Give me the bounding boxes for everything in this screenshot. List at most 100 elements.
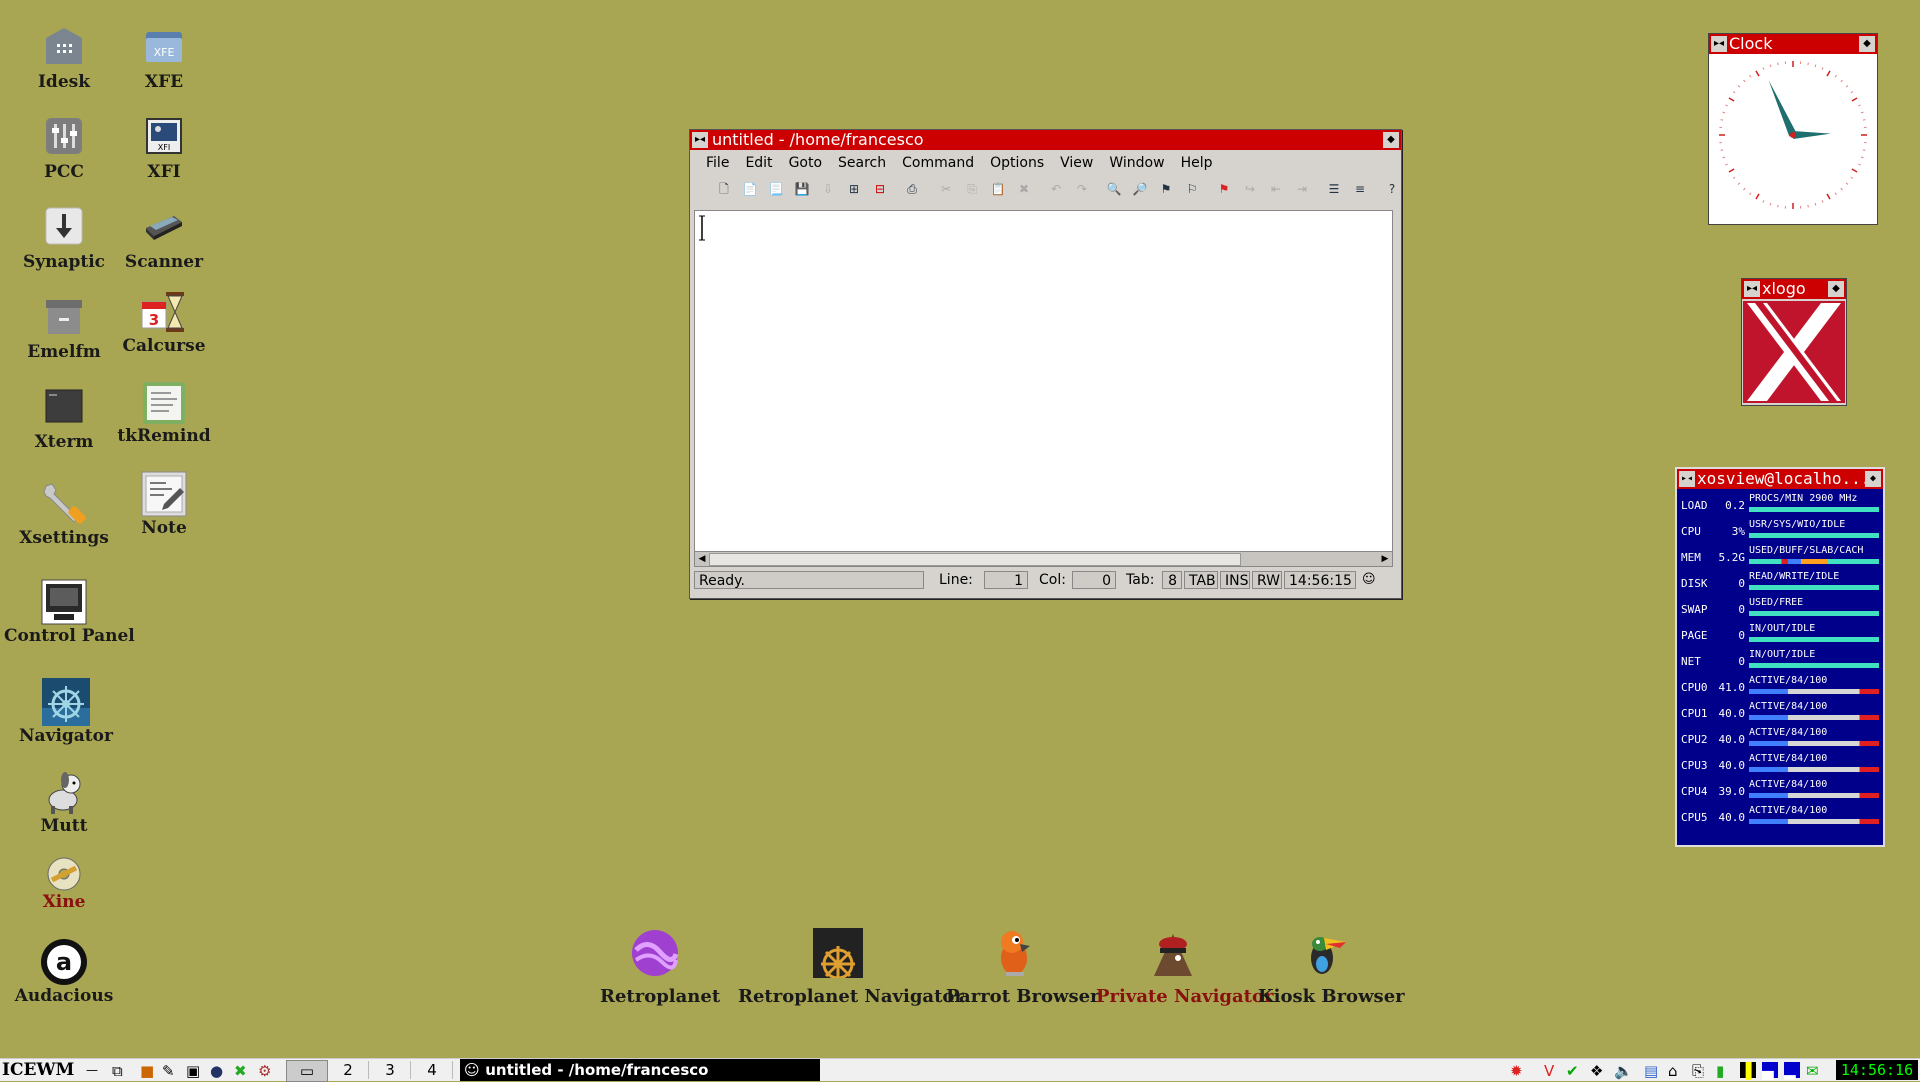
launcher-parrot-browser[interactable]: Parrot Browser xyxy=(946,928,1084,1007)
bookmark-icon[interactable]: ⚑ xyxy=(1216,181,1232,197)
battery-tray-icon[interactable]: ▮ xyxy=(1716,1062,1732,1078)
network-tray-icon[interactable]: ⌂ xyxy=(1668,1062,1684,1078)
save-as-icon[interactable]: ⇩ xyxy=(820,181,836,197)
desktop-icon-navigator[interactable]: Navigator xyxy=(6,678,126,746)
bug-tray-icon[interactable]: ✹ xyxy=(1510,1062,1526,1078)
network-launch-icon[interactable]: ✖ xyxy=(234,1062,250,1078)
paste-icon[interactable]: 📋 xyxy=(990,181,1006,197)
text-editor-area[interactable] xyxy=(694,210,1393,553)
volume-tray-icon[interactable]: 🔈 xyxy=(1614,1062,1630,1078)
taskbar-task-editor[interactable]: ☺ untitled - /home/francesco xyxy=(460,1059,820,1081)
editor-launch-icon[interactable]: ✎ xyxy=(162,1062,178,1078)
include-file-icon[interactable]: ⊞ xyxy=(846,181,862,197)
launcher-retroplanet[interactable]: Retroplanet xyxy=(600,928,710,1007)
desktop-icon-calcurse[interactable]: 3 Calcurse xyxy=(104,288,224,356)
split-window-icon[interactable]: ☰ xyxy=(1326,181,1342,197)
net-tray-icon[interactable]: ✉ xyxy=(1806,1062,1822,1078)
show-desktop-icon[interactable]: ⧉ xyxy=(112,1062,128,1078)
xosview-row: CPU140.0ACTIVE/84/100 xyxy=(1681,701,1879,727)
menu-search[interactable]: Search xyxy=(830,152,894,174)
open-file-icon[interactable]: 📄 xyxy=(742,181,758,197)
swap-tray-icon[interactable]: ▂ xyxy=(1784,1062,1800,1078)
find-icon[interactable]: 🔍 xyxy=(1106,181,1122,197)
clock-tick xyxy=(1822,200,1823,202)
dropbox-tray-icon[interactable]: ❖ xyxy=(1590,1062,1606,1078)
launcher-private-navigator[interactable]: Private Navigator xyxy=(1096,928,1250,1007)
xlogo-titlebar[interactable]: ▸◂ xlogo ◆ xyxy=(1742,279,1846,299)
goto-mark-icon[interactable]: ↪ xyxy=(1242,181,1258,197)
window-menu-icon[interactable]: ▸◂ xyxy=(1711,36,1727,52)
update-tray-icon[interactable]: ✔ xyxy=(1566,1062,1582,1078)
save-icon[interactable]: 💾 xyxy=(794,181,810,197)
launcher-retroplanet-navigator[interactable]: Retroplanet Navigator xyxy=(738,928,938,1007)
vivaldi-tray-icon[interactable]: V xyxy=(1544,1062,1560,1078)
desktop-2-button[interactable]: 2 xyxy=(328,1061,369,1079)
redo-icon[interactable]: ↷ xyxy=(1074,181,1090,197)
folder-tray-icon[interactable]: ▤ xyxy=(1644,1062,1660,1078)
shift-left-icon[interactable]: ⇤ xyxy=(1268,181,1284,197)
desktop-icon-scanner[interactable]: Scanner xyxy=(104,206,224,272)
menu-options[interactable]: Options xyxy=(982,152,1052,174)
settings-launch-icon[interactable]: ⚙ xyxy=(258,1062,274,1078)
browser-launch-icon[interactable]: ● xyxy=(210,1062,226,1078)
desktop-icon-xfe[interactable]: XFE XFE xyxy=(104,26,224,92)
replace-again-icon[interactable]: ⚐ xyxy=(1184,181,1200,197)
maximize-icon[interactable]: ◆ xyxy=(1383,132,1399,148)
maximize-icon[interactable]: ◆ xyxy=(1859,36,1875,52)
mem-tray-icon[interactable]: ▄ xyxy=(1762,1062,1778,1078)
menu-window[interactable]: Window xyxy=(1101,152,1172,174)
window-menu-icon[interactable]: ▸◂ xyxy=(1744,281,1760,297)
tab-value: 8 xyxy=(1162,571,1182,589)
desktop-icon-mutt[interactable]: Mutt xyxy=(4,770,124,836)
start-menu-button[interactable]: ICEWM xyxy=(2,1059,74,1081)
menu-file[interactable]: File xyxy=(698,152,737,174)
maximize-icon[interactable]: ◆ xyxy=(1865,471,1881,487)
horizontal-scrollbar[interactable]: ◀ ▶ xyxy=(694,551,1393,567)
delete-icon[interactable]: ✖ xyxy=(1016,181,1032,197)
scroll-left-icon[interactable]: ◀ xyxy=(695,552,709,566)
close-file-icon[interactable]: ⊟ xyxy=(872,181,888,197)
cut-icon[interactable]: ✂ xyxy=(938,181,954,197)
desktop-icon-tkremind[interactable]: tkRemind xyxy=(104,380,224,446)
window-menu-icon[interactable]: ▸◂ xyxy=(692,132,708,148)
menu-command[interactable]: Command xyxy=(894,152,982,174)
menu-help[interactable]: Help xyxy=(1173,152,1221,174)
copy-icon[interactable]: ⎘ xyxy=(964,181,980,197)
launcher-kiosk-browser[interactable]: Kiosk Browser xyxy=(1258,928,1392,1007)
window-menu-icon[interactable]: ▸◂ xyxy=(1679,471,1695,487)
desktop-icon-audacious[interactable]: a Audacious xyxy=(4,938,124,1006)
undo-icon[interactable]: ↶ xyxy=(1048,181,1064,197)
clipboard-tray-icon[interactable]: ⎘ xyxy=(1692,1062,1708,1078)
desktop-4-button[interactable]: 4 xyxy=(412,1061,453,1079)
maximize-icon[interactable]: ◆ xyxy=(1828,281,1844,297)
window-list-icon[interactable]: — xyxy=(86,1063,98,1077)
clock-titlebar[interactable]: ▸◂ Clock ◆ xyxy=(1709,34,1877,54)
desktop-3-button[interactable]: 3 xyxy=(370,1061,411,1079)
taskbar-clock[interactable]: 14:56:16 xyxy=(1836,1060,1918,1080)
cpu-tray-icon[interactable]: ▐ xyxy=(1740,1062,1756,1078)
wrap-icon[interactable]: ≡ xyxy=(1352,181,1368,197)
replace-icon[interactable]: ⚑ xyxy=(1158,181,1174,197)
clock-tick xyxy=(1763,200,1764,202)
editor-titlebar[interactable]: ▸◂ untitled - /home/francesco ◆ xyxy=(690,130,1401,150)
menu-goto[interactable]: Goto xyxy=(781,152,830,174)
menu-view[interactable]: View xyxy=(1052,152,1101,174)
scroll-right-icon[interactable]: ▶ xyxy=(1378,552,1392,566)
file-manager-icon[interactable]: ■ xyxy=(140,1062,156,1078)
desktop-icon-control-panel[interactable]: Control Panel xyxy=(4,578,124,646)
print-icon[interactable]: ⎙ xyxy=(904,181,920,197)
desktop-icon-xine[interactable]: Xine xyxy=(4,856,124,912)
desktop-1-button[interactable]: ▭ xyxy=(286,1060,328,1082)
menu-edit[interactable]: Edit xyxy=(737,152,780,174)
help-icon[interactable]: ? xyxy=(1384,181,1400,197)
shift-right-icon[interactable]: ⇥ xyxy=(1294,181,1310,197)
new-file-icon[interactable]: 🗋 xyxy=(716,181,732,197)
desktop-icon-note[interactable]: Note xyxy=(104,470,224,538)
open-recent-icon[interactable]: 📃 xyxy=(768,181,784,197)
scrollbar-thumb[interactable] xyxy=(709,553,1241,566)
xosview-row: DISK0READ/WRITE/IDLE xyxy=(1681,571,1879,597)
xosview-titlebar[interactable]: ▸◂ xosview@localho... ◆ xyxy=(1677,469,1883,489)
desktop-icon-xfi[interactable]: XFI XFI xyxy=(104,116,224,182)
find-again-icon[interactable]: 🔎 xyxy=(1132,181,1148,197)
terminal-launch-icon[interactable]: ▣ xyxy=(186,1062,202,1078)
